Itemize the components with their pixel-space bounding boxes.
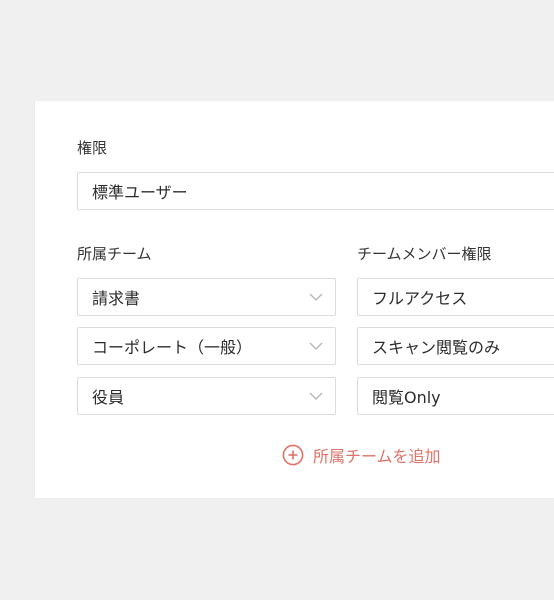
member-permission-value: スキャン閲覧のみ — [372, 338, 501, 357]
team-select-value: コーポレート（一般） — [92, 338, 253, 357]
permission-label: 権限 — [77, 139, 108, 157]
member-permission-value: 閲覧Only — [372, 388, 441, 407]
team-select-value: 役員 — [92, 388, 125, 407]
chevron-down-icon — [309, 342, 323, 350]
chevron-down-icon — [309, 293, 323, 301]
chevron-down-icon — [309, 392, 323, 400]
member-permission-select[interactable]: スキャン閲覧のみ — [357, 327, 554, 365]
add-team-label: 所属チームを追加 — [313, 447, 441, 466]
team-select[interactable]: 役員 — [77, 377, 336, 415]
permission-select[interactable]: 標準ユーザー — [77, 172, 554, 210]
member-permission-select[interactable]: フルアクセス — [357, 278, 554, 316]
member-permission-column-header: チームメンバー権限 — [357, 245, 492, 263]
plus-circle-icon — [282, 444, 304, 466]
add-team-button[interactable]: 所属チームを追加 — [282, 443, 441, 467]
member-permission-value: フルアクセス — [372, 289, 468, 308]
permission-value: 標準ユーザー — [92, 183, 188, 202]
team-column-header: 所属チーム — [77, 245, 152, 263]
permission-settings-card: 権限 標準ユーザー 所属チーム チームメンバー権限 請求書 フルアクセス コーポ… — [35, 101, 554, 498]
member-permission-select[interactable]: 閲覧Only — [357, 377, 554, 415]
team-select-value: 請求書 — [92, 289, 141, 308]
team-select[interactable]: 請求書 — [77, 278, 336, 316]
team-select[interactable]: コーポレート（一般） — [77, 327, 336, 365]
